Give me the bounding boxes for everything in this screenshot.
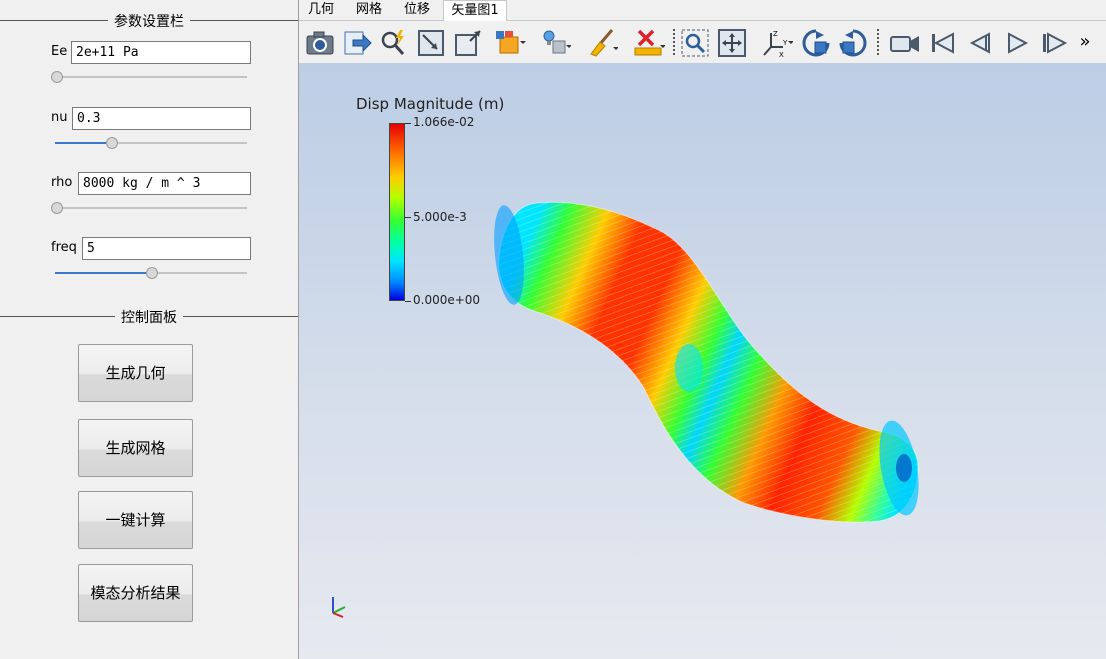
- control-group-header: 控制面板: [0, 306, 298, 326]
- slider-thumb[interactable]: [106, 137, 118, 149]
- param-label: Ee: [51, 44, 68, 59]
- param-ee: Ee: [0, 40, 298, 100]
- ee-input[interactable]: [71, 41, 251, 64]
- tab-geometry[interactable]: 几何: [299, 0, 343, 21]
- param-label: rho: [51, 175, 73, 190]
- slider-thumb[interactable]: [51, 202, 63, 214]
- axes-orientation-icon[interactable]: ZYX: [761, 27, 794, 59]
- ruler-delete-icon[interactable]: [633, 27, 666, 59]
- ee-slider[interactable]: [51, 71, 247, 83]
- clear-brush-icon[interactable]: [586, 27, 619, 59]
- orientation-axes-icon: [332, 597, 346, 618]
- rho-input[interactable]: [78, 172, 251, 195]
- next-frame-icon[interactable]: [1037, 27, 1069, 59]
- toolbar-separator: [673, 29, 675, 57]
- param-rho: rho: [0, 171, 298, 231]
- generate-geometry-button[interactable]: 生成几何: [78, 344, 193, 402]
- light-icon[interactable]: [539, 27, 572, 59]
- params-group-title: 参数设置栏: [108, 14, 190, 30]
- frame-icon[interactable]: [452, 27, 484, 59]
- param-nu: nu: [0, 106, 298, 166]
- rotate-ccw-icon[interactable]: [837, 27, 869, 59]
- control-group-title: 控制面板: [115, 310, 183, 326]
- modal-analysis-results-button[interactable]: 模态分析结果: [78, 564, 193, 622]
- rotate-cw-icon[interactable]: [800, 27, 832, 59]
- toolbar-separator: [877, 29, 879, 57]
- tab-vector-plot-1[interactable]: 矢量图1: [443, 0, 507, 21]
- generate-mesh-button[interactable]: 生成网格: [78, 419, 193, 477]
- vector-glyph-plot: [494, 201, 919, 523]
- tab-mesh[interactable]: 网格: [347, 0, 391, 21]
- rho-slider[interactable]: [51, 202, 247, 214]
- nu-slider[interactable]: [55, 137, 247, 149]
- param-freq: freq: [0, 236, 298, 296]
- slider-thumb[interactable]: [146, 267, 158, 279]
- param-label: nu: [51, 110, 68, 125]
- tab-displacement[interactable]: 位移: [395, 0, 439, 21]
- svg-text:Z: Z: [773, 30, 778, 38]
- video-camera-icon[interactable]: [889, 27, 921, 59]
- viewer-toolbar: ZYX »: [299, 21, 1106, 63]
- nu-input[interactable]: [72, 107, 251, 130]
- camera-icon[interactable]: [304, 27, 336, 59]
- param-label: freq: [51, 240, 77, 255]
- zoom-select-icon[interactable]: [679, 27, 711, 59]
- render-viewport[interactable]: Disp Magnitude (m) 1.066e-02 5.000e-3 0.…: [299, 63, 1106, 659]
- view-tabs: 几何 网格 位移 矢量图1: [299, 0, 1106, 21]
- surface-representation-icon[interactable]: [494, 27, 526, 59]
- more-icon[interactable]: »: [1073, 27, 1097, 59]
- svg-text:Y: Y: [782, 39, 788, 47]
- zoom-to-data-icon[interactable]: [378, 27, 410, 59]
- svg-text:X: X: [779, 51, 784, 59]
- freq-input[interactable]: [82, 237, 251, 260]
- deformed-beam: [494, 201, 919, 523]
- left-panel: 参数设置栏 Ee nu rho: [0, 0, 298, 659]
- export-icon[interactable]: [341, 27, 373, 59]
- params-group-header: 参数设置栏: [0, 10, 298, 30]
- reset-camera-icon[interactable]: [716, 27, 748, 59]
- first-frame-icon[interactable]: [926, 27, 958, 59]
- one-click-compute-button[interactable]: 一键计算: [78, 491, 193, 549]
- slider-thumb[interactable]: [51, 71, 63, 83]
- play-icon[interactable]: [1000, 27, 1032, 59]
- zoom-to-box-icon[interactable]: [415, 27, 447, 59]
- prev-frame-icon[interactable]: [963, 27, 995, 59]
- app-window: 参数设置栏 Ee nu rho: [0, 0, 1106, 659]
- freq-slider[interactable]: [55, 267, 247, 279]
